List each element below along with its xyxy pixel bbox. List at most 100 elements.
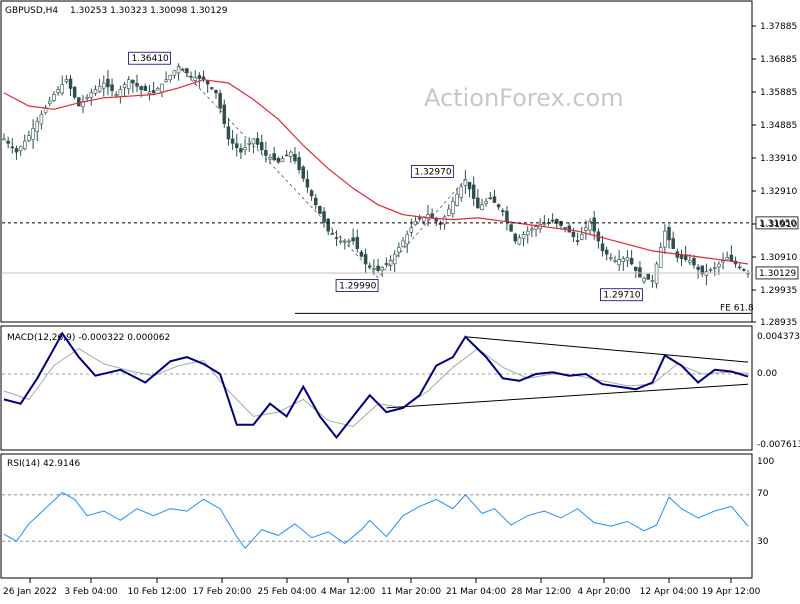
price-candle-body: [160, 83, 164, 93]
price-candle-body: [613, 260, 617, 263]
price-candle-body: [35, 121, 40, 132]
price-candle-body: [251, 138, 256, 145]
price-candle-body: [60, 84, 64, 94]
price-candle-body: [625, 257, 630, 261]
price-candle-body: [247, 143, 251, 145]
price-candle-body: [704, 271, 709, 276]
price-candle-body: [646, 273, 651, 280]
price-y-tick-label: 1.36885: [760, 55, 797, 65]
price-candle-body: [334, 237, 339, 239]
price-candle-body: [18, 146, 23, 152]
price-candle-body: [368, 265, 372, 268]
price-candle-body: [31, 128, 35, 140]
price-candle-body: [193, 77, 197, 81]
x-tick-label: 28 Mar 12:00: [511, 587, 571, 597]
price-candle-body: [131, 79, 135, 84]
price-candle-body: [671, 238, 675, 249]
price-candle-body: [2, 138, 6, 141]
price-candle-body: [351, 237, 355, 242]
swing-label-text: 1.29710: [603, 291, 640, 301]
price-candle-body: [604, 249, 609, 255]
price-y-tick-label: 1.28935: [760, 318, 797, 328]
swing-label-text: 1.36410: [132, 54, 169, 64]
price-candle-body: [68, 78, 73, 89]
price-candle-body: [6, 140, 10, 144]
price-candle-body: [189, 75, 193, 78]
price-candle-body: [64, 79, 69, 82]
x-tick-label: 4 Apr 20:00: [578, 587, 631, 597]
price-candle-body: [293, 154, 297, 162]
price-candle-body: [579, 234, 584, 240]
price-candle-body: [77, 97, 81, 107]
price-candle-body: [301, 166, 306, 179]
price-candle-body: [56, 89, 60, 93]
price-candle-body: [14, 148, 19, 153]
price-candle-body: [122, 84, 127, 88]
price-candle-body: [330, 233, 335, 235]
price-candle-body: [47, 100, 52, 104]
price-candle-body: [243, 147, 247, 151]
price-candle-body: [617, 259, 621, 266]
price-candle-body: [725, 257, 729, 260]
rsi-y-tick-label: 100: [757, 457, 774, 467]
price-candle-body: [305, 178, 310, 188]
price-candle-body: [355, 237, 360, 249]
price-candle-body: [621, 258, 626, 263]
price-candle-body: [467, 181, 472, 190]
swing-label-text: 1.29990: [339, 282, 376, 292]
price-candle-body: [692, 257, 696, 266]
price-candle-body: [492, 196, 497, 203]
price-candle-body: [442, 216, 447, 225]
price-candle-body: [313, 197, 318, 206]
price-candle-body: [10, 146, 15, 149]
price-candle-body: [259, 142, 264, 151]
x-tick-label: 19 Apr 12:00: [702, 587, 761, 597]
price-candle-body: [52, 94, 56, 102]
price-candle-body: [372, 268, 376, 270]
price-candle-body: [359, 251, 364, 257]
price-candle-body: [471, 184, 476, 199]
ohlc-label: 1.30253 1.30323 1.30098 1.30129: [70, 6, 228, 16]
price-candle-body: [268, 157, 272, 160]
price-candle-body: [347, 240, 351, 243]
price-candle-body: [172, 70, 177, 76]
price-candle-body: [708, 269, 713, 271]
price-candle-body: [401, 240, 405, 247]
price-candle-body: [276, 158, 281, 163]
macd-title: MACD(12,26,9) -0.000322 0.000062: [7, 333, 170, 343]
price-candle-body: [575, 240, 580, 242]
swing-label-text: 1.32970: [414, 167, 451, 177]
macd-y-tick-label: -0.007613: [757, 440, 800, 450]
price-candle-body: [156, 88, 160, 91]
price-candle-body: [23, 140, 27, 150]
price-candle-body: [135, 83, 139, 87]
price-candle-body: [609, 257, 613, 259]
price-candle-body: [509, 224, 513, 232]
price-y-tick-label: 1.30910: [760, 253, 797, 263]
x-tick-label: 25 Feb 04:00: [257, 587, 316, 597]
price-y-tick-label: 1.32910: [760, 187, 797, 197]
price-candle-body: [392, 253, 397, 265]
price-y-tick-label: 1.33910: [760, 154, 797, 164]
x-tick-label: 3 Feb 04:00: [64, 587, 118, 597]
price-candle-body: [297, 157, 301, 170]
rsi-y-tick-label: 30: [757, 537, 769, 547]
rsi-y-tick-label: 70: [757, 489, 769, 499]
price-candle-body: [280, 158, 285, 163]
price-candle-body: [235, 143, 239, 149]
price-candle-body: [584, 227, 588, 231]
price-candle-body: [185, 68, 189, 74]
price-candle-body: [517, 237, 522, 245]
price-candle-body: [164, 79, 168, 82]
price-candle-body: [488, 197, 493, 200]
price-candle-body: [255, 138, 260, 145]
price-candle-body: [550, 219, 555, 222]
price-candle-body: [272, 153, 276, 161]
price-candle-body: [338, 240, 343, 243]
price-candle-body: [654, 263, 659, 284]
price-y-tick-label: 1.34885: [760, 121, 797, 131]
price-candle-body: [205, 80, 210, 85]
price-candle-body: [496, 204, 501, 208]
macd-y-tick-label: 0.004373: [757, 332, 800, 342]
x-tick-label: 21 Mar 04:00: [446, 587, 506, 597]
